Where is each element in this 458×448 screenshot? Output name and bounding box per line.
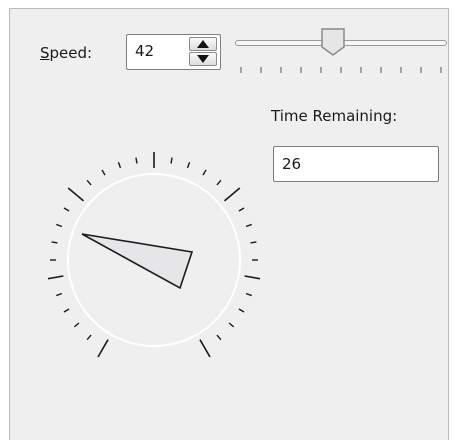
dial-tick: [250, 241, 257, 244]
speed-label-mnemonic: S: [40, 44, 50, 62]
dial-tick: [228, 322, 235, 328]
dial-tick: [245, 292, 252, 297]
dial-pointer-icon: [81, 233, 194, 290]
arrow-down-icon: [197, 55, 209, 63]
dial-tick: [186, 162, 191, 169]
dial-tick: [67, 187, 85, 202]
speed-decrement-button[interactable]: [189, 52, 217, 66]
dial-tick: [63, 207, 70, 212]
speed-value[interactable]: 42: [135, 42, 154, 60]
arrow-up-icon: [197, 40, 209, 48]
speed-increment-button[interactable]: [189, 37, 217, 51]
dial-tick: [56, 292, 63, 297]
speed-dial[interactable]: [48, 152, 260, 360]
time-remaining-label: Time Remaining:: [271, 107, 398, 125]
dial-tick: [216, 179, 222, 186]
dial-tick: [202, 169, 207, 176]
time-remaining-value: 26: [282, 155, 302, 173]
dial-tick: [223, 187, 241, 202]
time-remaining-field: 26: [273, 146, 439, 182]
dial-tick: [101, 169, 106, 176]
dial-tick: [135, 157, 138, 164]
dial-tick: [86, 179, 92, 186]
dial-tick: [51, 241, 58, 244]
dial-tick: [170, 157, 173, 164]
slider-handle[interactable]: [320, 27, 346, 57]
dial-tick: [97, 339, 109, 358]
dial-tick: [244, 275, 260, 280]
slider-ticks: [240, 67, 442, 73]
dial-tick: [238, 207, 245, 212]
dial-tick: [48, 275, 64, 280]
dial-tick: [63, 308, 70, 313]
speed-spinbox[interactable]: 42: [126, 34, 221, 70]
dial-tick: [117, 162, 122, 169]
dial-tick: [73, 322, 80, 328]
speed-label: Speed:: [40, 44, 92, 62]
dial-tick: [86, 334, 92, 341]
dial-tick: [56, 223, 63, 228]
speed-label-text: peed:: [49, 44, 93, 62]
dial-tick: [238, 308, 245, 313]
dial-tick: [245, 223, 252, 228]
dial-tick: [199, 339, 211, 358]
dial-tick: [216, 334, 222, 341]
